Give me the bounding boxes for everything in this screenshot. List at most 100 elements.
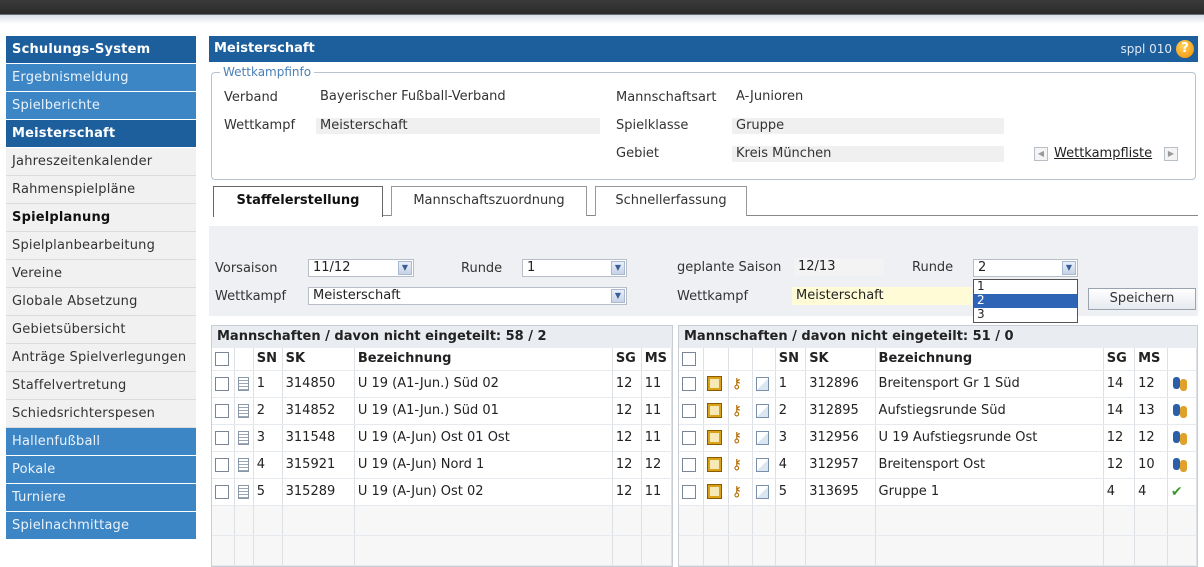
save-button[interactable]: Speichern [1088, 288, 1196, 310]
table-row[interactable]: ⚷ 3 312956 U 19 Aufstiegsrunde Ost 12 12 [679, 424, 1198, 452]
pages-icon[interactable] [756, 403, 770, 418]
sidebar-item-schulungs-system[interactable]: Schulungs-System [6, 36, 196, 64]
wettkampf-right-label: Wettkampf [677, 289, 749, 304]
select-all-checkbox[interactable] [215, 351, 229, 366]
document-icon[interactable] [238, 430, 250, 445]
row-checkbox[interactable] [215, 376, 229, 391]
next-arrow-icon[interactable]: ▶ [1164, 147, 1178, 161]
tab-staffelerstellung[interactable]: Staffelerstellung [213, 186, 383, 217]
sidebar-item-jahreszeitenkalender[interactable]: Jahreszeitenkalender [6, 148, 196, 176]
team-icon[interactable] [1171, 430, 1189, 446]
sidebar-item-spielnachmittage[interactable]: Spielnachmittage [6, 512, 196, 540]
row-checkbox[interactable] [682, 457, 696, 472]
pages-icon[interactable] [756, 430, 770, 445]
sidebar-item-anträge-spielverlegungen[interactable]: Anträge Spielverlegungen [6, 344, 196, 372]
row-checkbox[interactable] [682, 430, 696, 445]
empty-cell [703, 505, 729, 536]
row-checkbox[interactable] [215, 484, 229, 499]
row-checkbox[interactable] [682, 484, 696, 499]
empty-cell [752, 535, 776, 566]
wettkampf-label: Wettkampf [224, 118, 296, 133]
select-all-checkbox[interactable] [682, 351, 696, 366]
runde-right-select[interactable]: 2 ▼ [973, 259, 1078, 277]
team-icon[interactable] [1171, 403, 1189, 419]
sg-cell: 4 [1103, 478, 1136, 506]
table-row[interactable]: ⚷ 2 312895 Aufstiegsrunde Süd 14 13 [679, 397, 1198, 425]
pages-icon[interactable] [756, 484, 770, 499]
row-checkbox[interactable] [215, 430, 229, 445]
empty-cell [679, 505, 705, 536]
book-icon[interactable] [707, 484, 723, 499]
sidebar-item-meisterschaft[interactable]: Meisterschaft [6, 120, 196, 148]
left-table-title: Mannschaften / davon nicht eingeteilt: 5… [212, 326, 672, 348]
runde-option[interactable]: 1 [974, 280, 1077, 294]
row-checkbox[interactable] [682, 403, 696, 418]
document-icon[interactable] [238, 376, 250, 391]
document-icon[interactable] [238, 484, 250, 499]
row-checkbox[interactable] [682, 376, 696, 391]
sk-cell: 312896 [805, 370, 876, 398]
document-icon[interactable] [238, 457, 250, 472]
book-icon[interactable] [707, 457, 723, 472]
key-icon[interactable]: ⚷ [732, 376, 742, 392]
wettkampf-left-select[interactable]: Meisterschaft ▼ [308, 287, 627, 305]
ms-cell: 11 [641, 478, 673, 506]
sidebar-item-spielplanbearbeitung[interactable]: Spielplanbearbeitung [6, 232, 196, 260]
sidebar-item-rahmenspielpläne[interactable]: Rahmenspielpläne [6, 176, 196, 204]
sidebar-item-gebietsübersicht[interactable]: Gebietsübersicht [6, 316, 196, 344]
gebiet-label: Gebiet [616, 146, 660, 161]
row-checkbox[interactable] [215, 403, 229, 418]
key-icon[interactable]: ⚷ [732, 484, 742, 500]
document-icon[interactable] [238, 403, 250, 418]
wettkampfliste-link[interactable]: Wettkampfliste [1054, 146, 1152, 161]
icon-cell [234, 424, 254, 452]
table-row[interactable]: 2 314852 U 19 (A1-Jun.) Süd 01 12 11 [212, 397, 673, 425]
book-icon[interactable] [707, 430, 723, 445]
vorsaison-select[interactable]: 11/12 ▼ [308, 259, 414, 277]
sidebar-item-staffelvertretung[interactable]: Staffelvertretung [6, 372, 196, 400]
sidebar-item-globale-absetzung[interactable]: Globale Absetzung [6, 288, 196, 316]
sidebar-item-spielberichte[interactable]: Spielberichte [6, 92, 196, 120]
runde-option[interactable]: 3 [974, 308, 1077, 322]
key-icon[interactable]: ⚷ [732, 430, 742, 446]
table-row[interactable]: 3 311548 U 19 (A-Jun) Ost 01 Ost 12 11 [212, 424, 673, 452]
sidebar-item-spielplanung[interactable]: Spielplanung [6, 204, 196, 232]
table-row[interactable]: 4 315921 U 19 (A-Jun) Nord 1 12 12 [212, 451, 673, 479]
left-team-table: Mannschaften / davon nicht eingeteilt: 5… [211, 325, 673, 567]
team-icon[interactable] [1171, 376, 1189, 392]
sidebar-item-turniere[interactable]: Turniere [6, 484, 196, 512]
runde-dropdown-list[interactable]: 123 [973, 279, 1078, 323]
header-checkbox-cell [679, 348, 705, 371]
sidebar-item-hallenfußball[interactable]: Hallenfußball [6, 428, 196, 456]
runde-option[interactable]: 2 [974, 294, 1077, 308]
wettkampf-right-input[interactable]: Meisterschaft [792, 287, 972, 305]
check-icon[interactable]: ✔ [1171, 484, 1189, 500]
pages-icon[interactable] [756, 457, 770, 472]
pages-icon[interactable] [756, 376, 770, 391]
table-row[interactable]: 5 315289 U 19 (A-Jun) Ost 02 12 11 [212, 478, 673, 506]
sn-cell: 3 [775, 424, 807, 452]
sk-cell: 314850 [282, 370, 355, 398]
table-row[interactable]: ⚷ 5 313695 Gruppe 1 4 4 ✔ [679, 478, 1198, 506]
book-icon[interactable] [707, 403, 723, 418]
tab-mannschaftszuordnung[interactable]: Mannschaftszuordnung [391, 186, 587, 216]
team-icon[interactable] [1171, 457, 1189, 473]
tab-schnellerfassung[interactable]: Schnellerfassung [595, 186, 747, 216]
key-icon[interactable]: ⚷ [732, 403, 742, 419]
sidebar-item-pokale[interactable]: Pokale [6, 456, 196, 484]
help-icon[interactable]: ? [1176, 40, 1194, 58]
row-checkbox[interactable] [215, 457, 229, 472]
table-row[interactable]: ⚷ 4 312957 Breitensport Ost 12 10 [679, 451, 1198, 479]
sidebar-item-vereine[interactable]: Vereine [6, 260, 196, 288]
checkbox-cell [679, 424, 705, 452]
prev-arrow-icon[interactable]: ◀ [1034, 147, 1048, 161]
key-icon[interactable]: ⚷ [732, 457, 742, 473]
bezeichnung-cell: U 19 (A1-Jun.) Süd 01 [354, 397, 613, 425]
table-row[interactable]: 1 314850 U 19 (A1-Jun.) Süd 02 12 11 [212, 370, 673, 398]
sidebar-item-ergebnismeldung[interactable]: Ergebnismeldung [6, 64, 196, 92]
sidebar-item-schiedsrichterspesen[interactable]: Schiedsrichterspesen [6, 400, 196, 428]
geplante-saison-label: geplante Saison [677, 260, 782, 275]
table-row[interactable]: ⚷ 1 312896 Breitensport Gr 1 Süd 14 12 [679, 370, 1198, 398]
book-icon[interactable] [707, 376, 723, 391]
runde-left-select[interactable]: 1 ▼ [522, 259, 627, 277]
